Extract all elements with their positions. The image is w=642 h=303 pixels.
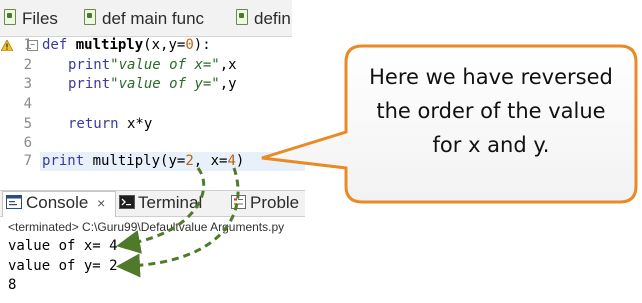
callout-text: Here we have reversed the order of the v… bbox=[352, 60, 630, 162]
callout-line: the order of the value bbox=[376, 99, 606, 123]
callout-line: Here we have reversed bbox=[369, 65, 613, 89]
callout-line: for x and y. bbox=[432, 133, 550, 157]
